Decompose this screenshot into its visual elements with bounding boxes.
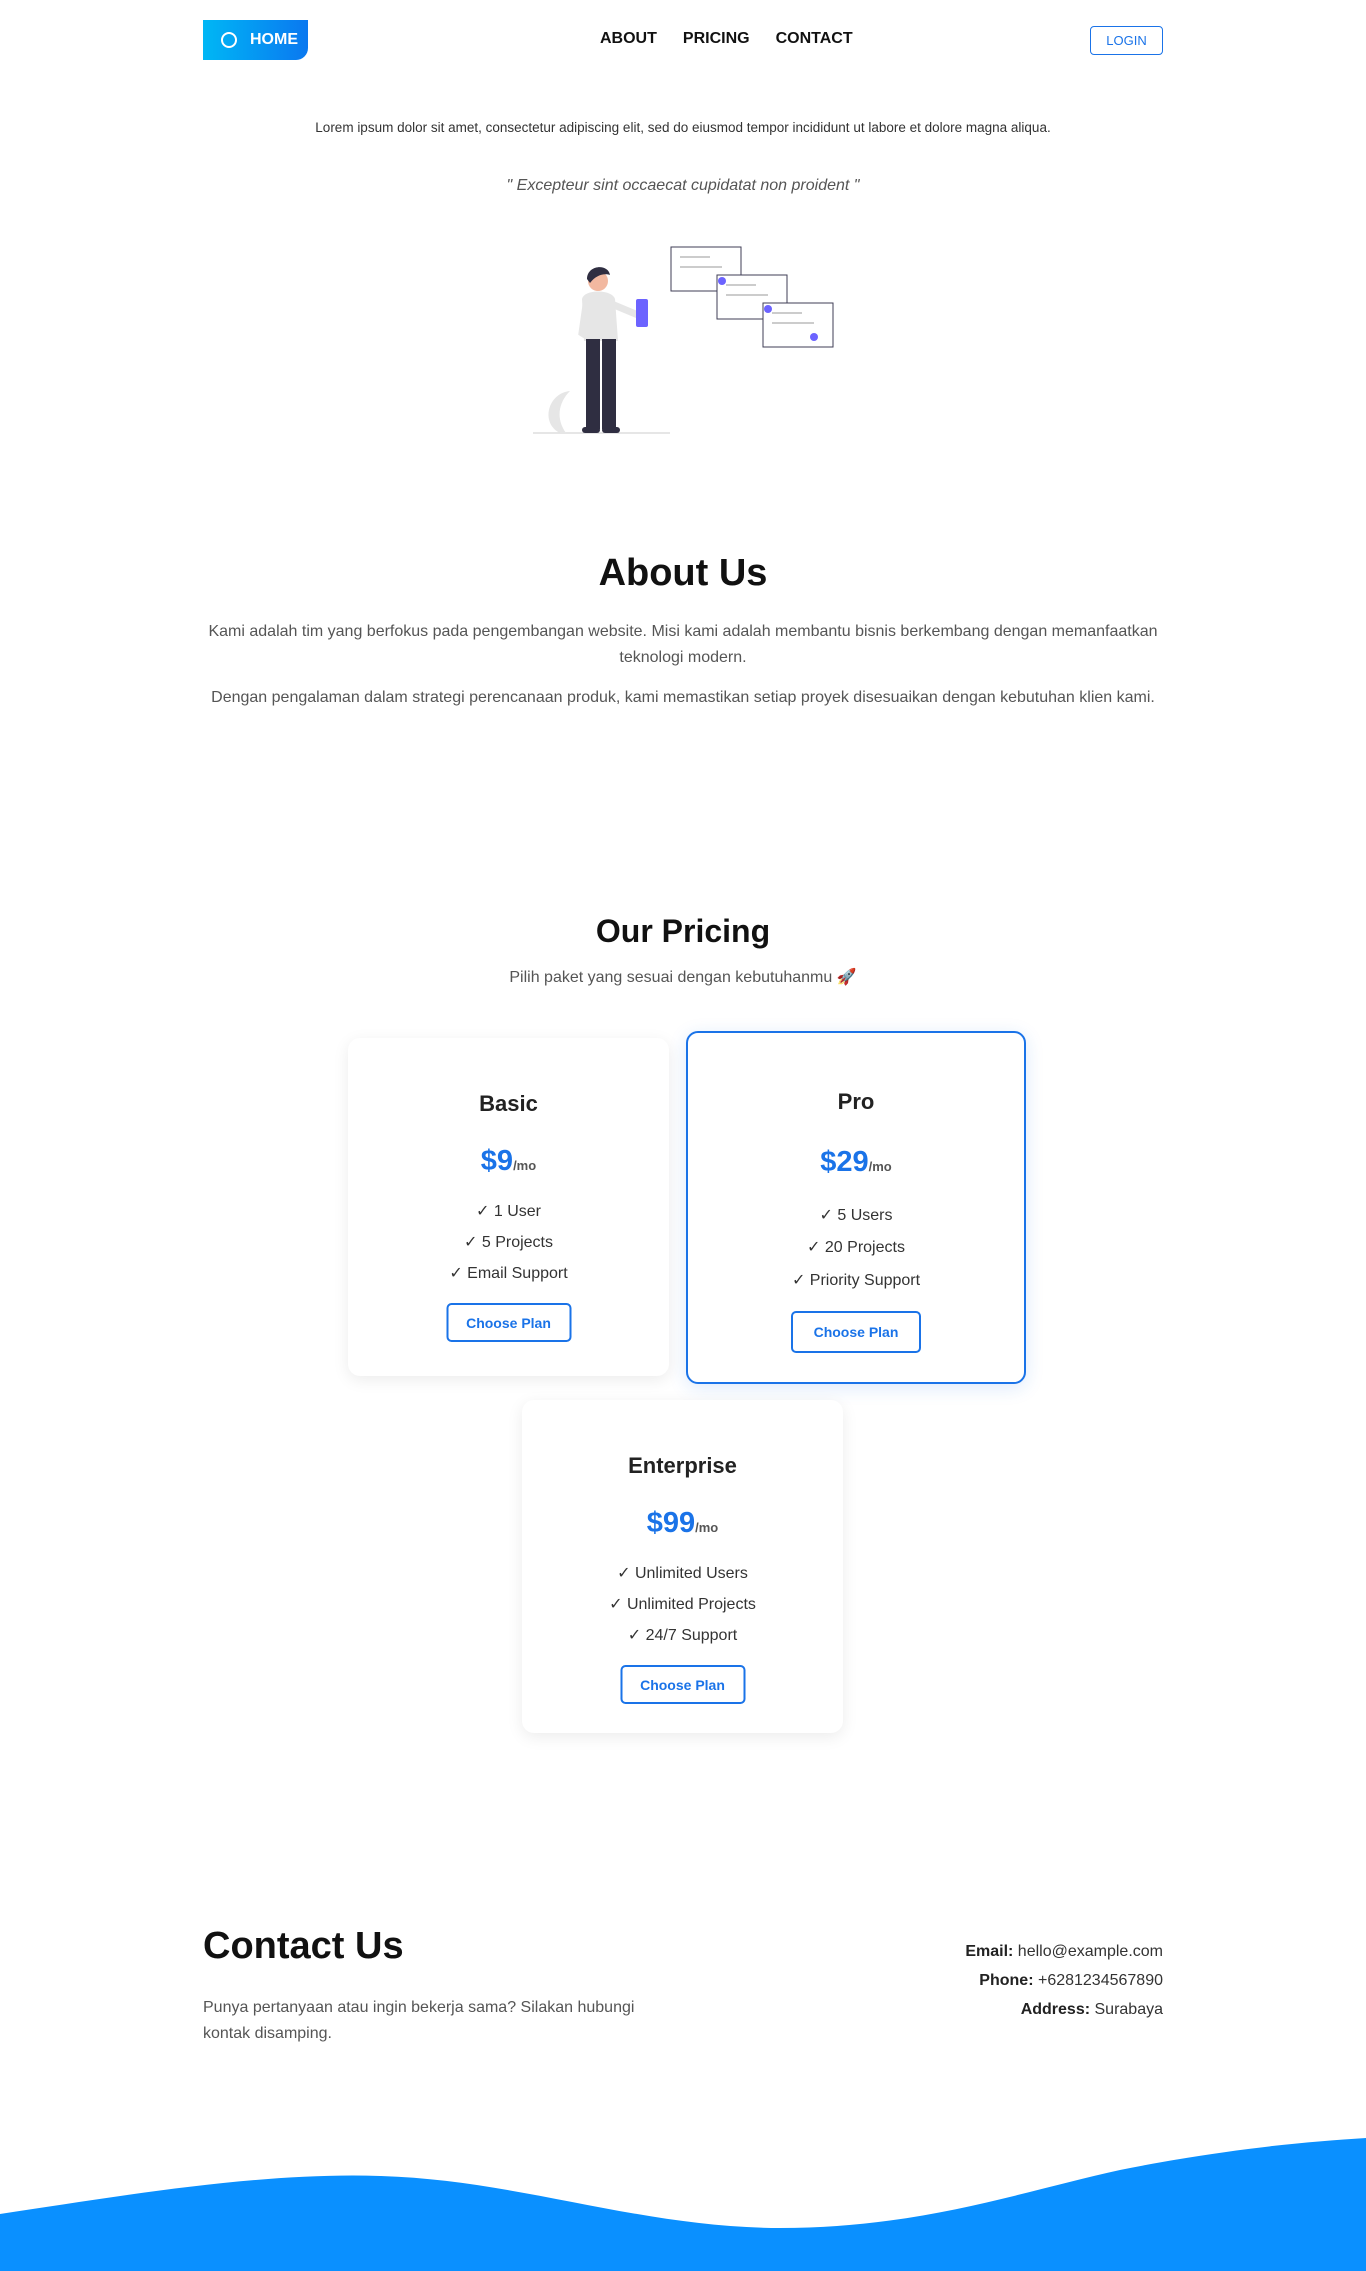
contact-email: Email: hello@example.com: [965, 1943, 1163, 1961]
footer-wave: [0, 2138, 1366, 2271]
hero-quote: " Excepteur sint occaecat cupidatat non …: [506, 177, 860, 194]
price-period: /mo: [695, 1520, 719, 1535]
choose-plan-button[interactable]: Choose Plan: [791, 1311, 921, 1353]
feature-item: ✓ Unlimited Projects: [609, 1596, 756, 1613]
contact-phone: Phone: +6281234567890: [979, 1972, 1163, 1990]
phone-value: +6281234567890: [1037, 1972, 1163, 1989]
hero-text: Lorem ipsum dolor sit amet, consectetur …: [315, 120, 1051, 135]
price-amount: $99: [646, 1507, 696, 1539]
email-value: hello@example.com: [1017, 1943, 1163, 1960]
pricing-card-basic: Basic $9/mo ✓ 1 User ✓ 5 Projects ✓ Emai…: [348, 1038, 669, 1376]
login-button[interactable]: LOGIN: [1090, 26, 1163, 55]
feature-item: ✓ 5 Users: [819, 1207, 893, 1224]
plan-name: Enterprise: [628, 1453, 737, 1478]
address-label: Address:: [1020, 2001, 1091, 2018]
plan-name: Basic: [479, 1091, 538, 1116]
hero-illustration: [533, 246, 834, 434]
price-amount: $9: [480, 1145, 514, 1177]
feature-item: ✓ 24/7 Support: [627, 1627, 738, 1644]
plan-price: $9/mo: [348, 1145, 669, 1178]
home-button[interactable]: HOME: [203, 20, 308, 60]
plan-name: Pro: [837, 1089, 875, 1114]
contact-title: Contact Us: [203, 1925, 404, 1967]
feature-item: ✓ Email Support: [449, 1265, 568, 1282]
plan-price: $29/mo: [688, 1146, 1024, 1179]
feature-item: ✓ 5 Projects: [464, 1234, 553, 1251]
price-period: /mo: [868, 1159, 892, 1174]
contact-description: Punya pertanyaan atau ingin bekerja sama…: [203, 1999, 635, 2042]
about-paragraph-1: Kami adalah tim yang berfokus pada penge…: [208, 623, 1158, 666]
circle-icon: [221, 32, 237, 48]
plan-price: $99/mo: [522, 1507, 843, 1540]
choose-plan-button[interactable]: Choose Plan: [446, 1303, 571, 1342]
top-navbar: HOME ABOUT PRICING CONTACT LOGIN: [203, 20, 1163, 60]
feature-item: ✓ 1 User: [476, 1203, 541, 1220]
nav-links: ABOUT PRICING CONTACT: [600, 30, 853, 48]
email-label: Email:: [965, 1943, 1014, 1960]
contact-address: Address: Surabaya: [1021, 2001, 1163, 2019]
feature-item: ✓ Unlimited Users: [617, 1565, 748, 1582]
pricing-subtitle: Pilih paket yang sesuai dengan kebutuhan…: [509, 969, 857, 986]
nav-link-contact[interactable]: CONTACT: [776, 30, 853, 48]
feature-item: ✓ 20 Projects: [807, 1239, 905, 1256]
home-label: HOME: [250, 31, 298, 48]
pricing-card-pro: Pro $29/mo ✓ 5 Users ✓ 20 Projects ✓ Pri…: [686, 1031, 1026, 1384]
price-amount: $29: [820, 1146, 869, 1178]
about-title: About Us: [598, 552, 768, 594]
feature-item: ✓ Priority Support: [791, 1272, 921, 1289]
pricing-title: Our Pricing: [595, 913, 771, 949]
price-period: /mo: [513, 1158, 537, 1173]
pricing-card-enterprise: Enterprise $99/mo ✓ Unlimited Users ✓ Un…: [522, 1400, 843, 1733]
address-value: Surabaya: [1094, 2001, 1164, 2018]
nav-link-pricing[interactable]: PRICING: [683, 30, 750, 48]
about-paragraph-2: Dengan pengalaman dalam strategi perenca…: [211, 689, 1155, 706]
phone-label: Phone:: [979, 1972, 1034, 1989]
nav-link-about[interactable]: ABOUT: [600, 30, 657, 48]
choose-plan-button[interactable]: Choose Plan: [620, 1665, 745, 1704]
